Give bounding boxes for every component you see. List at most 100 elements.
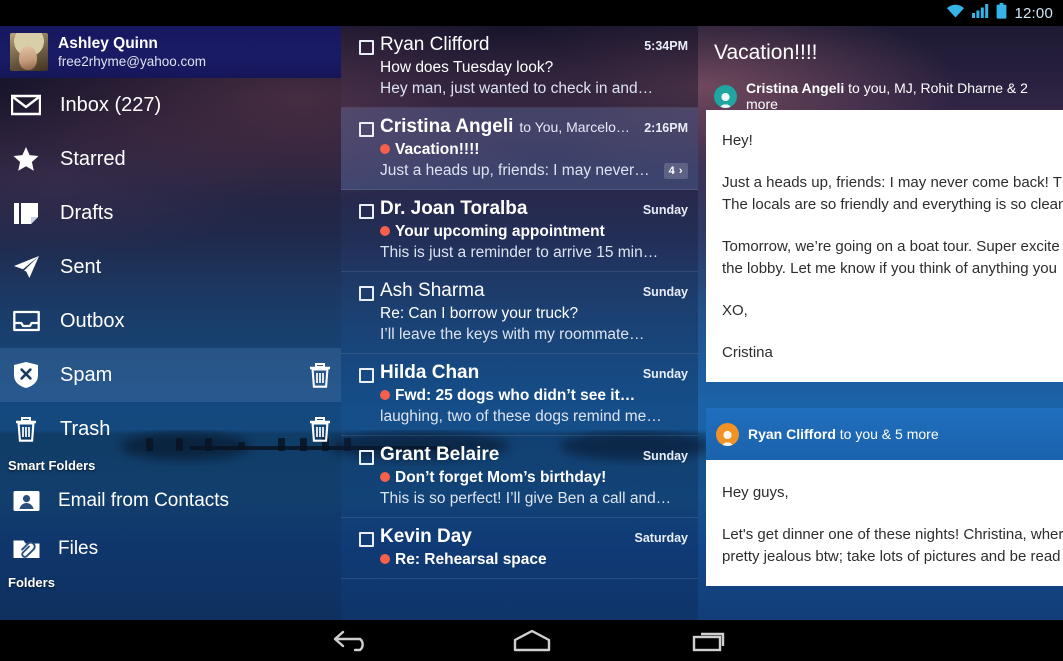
- folders-header: Folders: [0, 573, 341, 594]
- message-preview: laughing, two of these dogs remind me…: [380, 406, 688, 427]
- account-email: free2rhyme@yahoo.com: [58, 53, 206, 70]
- message-1-from-text: Cristina Angeli to you, MJ, Rohit Dharne…: [746, 80, 1063, 112]
- row-checkbox[interactable]: [359, 40, 374, 55]
- table-row[interactable]: Ryan Clifford 5:34PM How does Tuesday lo…: [341, 26, 698, 108]
- sidebar-item-label: Drafts: [60, 201, 341, 225]
- sidebar-item-outbox[interactable]: Outbox: [0, 294, 341, 348]
- message-2-from-text: Ryan Clifford to you & 5 more: [748, 426, 939, 442]
- smart-folders-header: Smart Folders: [0, 456, 341, 477]
- unread-flag-dot: [380, 472, 390, 482]
- person-avatar-teal-icon: [714, 85, 737, 108]
- message-subject: Re: Can I borrow your truck?: [380, 303, 688, 324]
- message-1-sender: Cristina Angeli: [746, 80, 844, 96]
- message-subject: Don’t forget Mom’s birthday!: [395, 469, 606, 486]
- row-checkbox[interactable]: [359, 204, 374, 219]
- sidebar-item-label: Inbox (227): [60, 93, 341, 117]
- body-line: Hey guys,: [722, 482, 1063, 504]
- body-line: Hey!: [722, 130, 1063, 152]
- message-subject-line: Fwd: 25 dogs who didn’t see it…: [380, 385, 688, 406]
- outbox-icon: [8, 310, 44, 332]
- envelope-icon: [8, 94, 44, 116]
- message-list[interactable]: Ryan Clifford 5:34PM How does Tuesday lo…: [341, 26, 698, 620]
- message-sender: Grant Belaire: [380, 442, 499, 467]
- sidebar-item-starred[interactable]: Starred: [0, 132, 341, 186]
- body-line: The locals are so friendly and everythin…: [722, 194, 1063, 216]
- thread-count-badge[interactable]: 4 ›: [664, 163, 688, 179]
- recents-button[interactable]: [622, 629, 802, 653]
- message-time: Sunday: [643, 367, 688, 381]
- sidebar-item-label: Files: [58, 538, 98, 560]
- body-line: Let's get dinner one of these nights! Ch…: [722, 524, 1063, 546]
- message-subject: Vacation!!!!: [395, 141, 479, 158]
- trash-icon: [8, 417, 44, 442]
- table-row[interactable]: Cristina Angeli to You, Marcelo… 2:16PM …: [341, 108, 698, 190]
- message-2-recipients: to you & 5 more: [836, 426, 939, 442]
- unread-flag-dot: [380, 390, 390, 400]
- message-time: Sunday: [643, 285, 688, 299]
- account-avatar: [10, 33, 48, 71]
- row-checkbox[interactable]: [359, 286, 374, 301]
- message-subject-line: Vacation!!!!: [380, 139, 688, 160]
- home-button[interactable]: [442, 629, 622, 653]
- row-checkbox[interactable]: [359, 368, 374, 383]
- table-row[interactable]: Grant Belaire Sunday Don’t forget Mom’s …: [341, 436, 698, 518]
- account-header[interactable]: Ashley Quinn free2rhyme@yahoo.com: [0, 26, 341, 78]
- message-2-sender: Ryan Clifford: [748, 426, 836, 442]
- unread-flag-dot: [380, 144, 390, 154]
- message-recipients: to You, Marcelo…: [519, 119, 638, 135]
- back-button[interactable]: [262, 629, 442, 653]
- spam-shield-icon: [8, 362, 44, 388]
- folder-list: Inbox (227) Starred Drafts: [0, 78, 341, 594]
- message-subject-line: Your upcoming appointment: [380, 221, 688, 242]
- sidebar-item-drafts[interactable]: Drafts: [0, 186, 341, 240]
- sidebar-item-inbox[interactable]: Inbox (227): [0, 78, 341, 132]
- row-checkbox[interactable]: [359, 122, 374, 137]
- message-subject-line: Re: Rehearsal space: [380, 549, 688, 570]
- drafts-icon: [8, 201, 44, 226]
- message-sender: Kevin Day: [380, 524, 472, 549]
- cellular-signal-icon: [972, 3, 989, 23]
- message-time: Sunday: [643, 203, 688, 217]
- sidebar-item-sent[interactable]: Sent: [0, 240, 341, 294]
- message-sender: Hilda Chan: [380, 360, 479, 385]
- message-1-from-row[interactable]: Cristina Angeli to you, MJ, Rohit Dharne…: [714, 80, 1063, 112]
- row-checkbox[interactable]: [359, 450, 374, 465]
- message-subject: How does Tuesday look?: [380, 57, 688, 78]
- message-sender: Ryan Clifford: [380, 32, 489, 57]
- sidebar-item-files[interactable]: Files: [0, 525, 341, 573]
- table-row[interactable]: Kevin Day Saturday Re: Rehearsal space: [341, 518, 698, 579]
- files-folder-icon: [8, 538, 44, 560]
- status-clock: 12:00: [1014, 5, 1053, 22]
- star-icon: [8, 147, 44, 172]
- message-time: 5:34PM: [644, 39, 688, 53]
- sidebar-item-spam[interactable]: Spam: [0, 348, 341, 402]
- sidebar-item-label: Sent: [60, 255, 341, 279]
- body-line: the lobby. Let me know if you think of a…: [722, 258, 1063, 280]
- account-name: Ashley Quinn: [58, 34, 206, 53]
- contacts-folder-icon: [8, 490, 44, 512]
- sidebar-item-email-from-contacts[interactable]: Email from Contacts: [0, 477, 341, 525]
- sidebar-item-label: Starred: [60, 147, 341, 171]
- sidebar-item-trash[interactable]: Trash: [0, 402, 341, 456]
- message-2-from-row[interactable]: Ryan Clifford to you & 5 more: [706, 408, 1063, 460]
- table-row[interactable]: Hilda Chan Sunday Fwd: 25 dogs who didn’…: [341, 354, 698, 436]
- android-tablet-email-app: 12:00 Ashley Quinn free2rh: [0, 0, 1063, 661]
- body-line: pretty jealous btw; take lots of picture…: [722, 546, 1063, 568]
- message-subject: Fwd: 25 dogs who didn’t see it…: [395, 387, 635, 404]
- android-navigation-bar: [0, 620, 1063, 661]
- sidebar-item-label: Email from Contacts: [58, 490, 229, 512]
- message-subject: Your upcoming appointment: [395, 223, 605, 240]
- empty-trash-icon[interactable]: [299, 417, 341, 442]
- message-preview: This is just a reminder to arrive 15 min…: [380, 242, 688, 263]
- table-row[interactable]: Dr. Joan Toralba Sunday Your upcoming ap…: [341, 190, 698, 272]
- message-reading-pane[interactable]: Vacation!!!! Cristina Angeli to you, MJ,…: [698, 26, 1063, 620]
- message-preview: I’ll leave the keys with my roommate…: [380, 324, 688, 345]
- empty-spam-trash-icon[interactable]: [299, 363, 341, 388]
- table-row[interactable]: Ash Sharma Sunday Re: Can I borrow your …: [341, 272, 698, 354]
- message-2-body: Hey guys, Let's get dinner one of these …: [706, 460, 1063, 586]
- message-sender: Dr. Joan Toralba: [380, 196, 527, 221]
- message-1-body: Hey! Just a heads up, friends: I may nev…: [706, 110, 1063, 382]
- row-checkbox[interactable]: [359, 532, 374, 547]
- message-subject: Re: Rehearsal space: [395, 551, 547, 568]
- message-preview: Just a heads up, friends: I may never…: [380, 160, 658, 181]
